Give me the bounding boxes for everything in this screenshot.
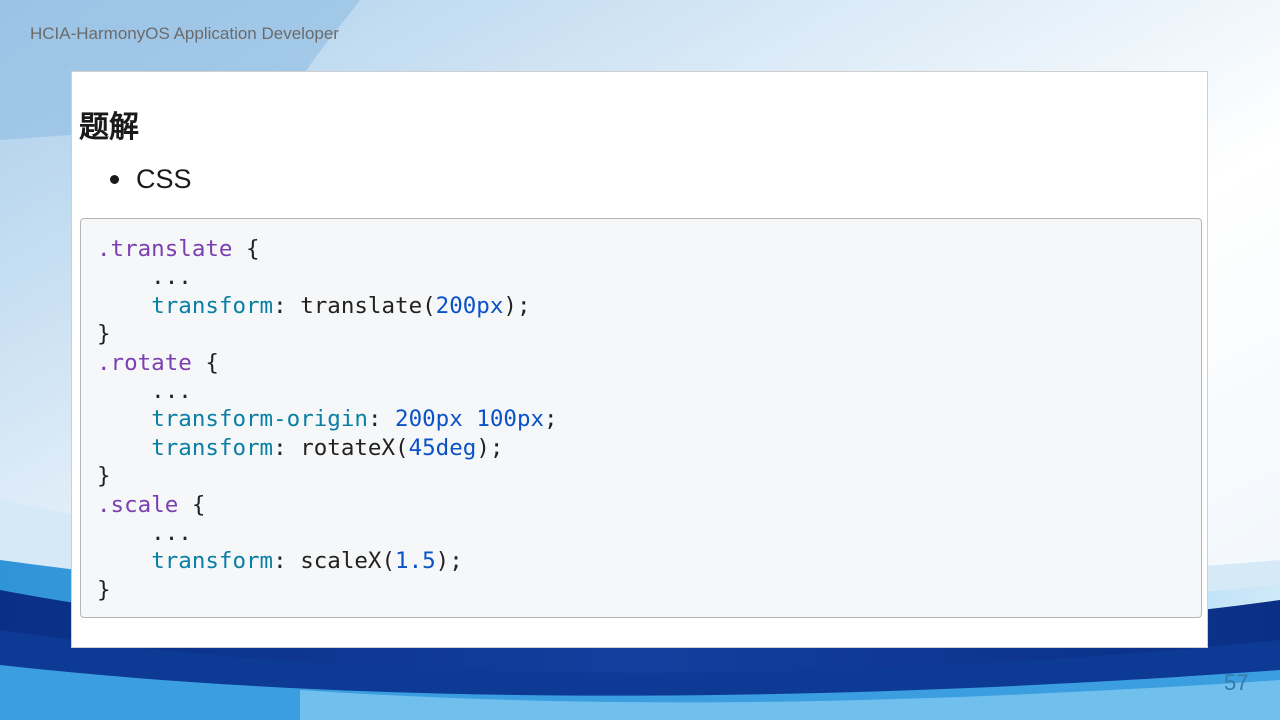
code-token: ... — [97, 519, 192, 546]
code-token: { — [178, 491, 206, 518]
code-line: ... — [97, 377, 1201, 405]
code-token: : rotateX( — [273, 434, 409, 461]
code-token: .rotate — [97, 349, 192, 376]
code-line: .translate { — [97, 235, 1201, 263]
code-line: ... — [97, 263, 1201, 291]
code-token: transform-origin — [151, 406, 368, 433]
code-token: 200px — [435, 292, 504, 319]
code-token: ... — [97, 377, 192, 404]
code-token: transform — [151, 434, 274, 461]
bullet-text: CSS — [136, 164, 192, 194]
code-token: 200px — [395, 406, 463, 433]
code-token: { — [232, 236, 260, 262]
code-token: } — [97, 321, 111, 348]
code-line: transform: scaleX(1.5); — [97, 547, 1201, 575]
code-token: 45deg — [408, 434, 477, 461]
code-token: : translate( — [273, 292, 436, 319]
bullet-dot-icon — [110, 175, 119, 184]
code-line: } — [97, 320, 1201, 348]
code-line: transform: translate(200px); — [97, 292, 1201, 320]
code-token: : — [367, 406, 396, 433]
code-token: { — [191, 349, 219, 376]
code-token: ); — [435, 548, 463, 575]
code-line: .scale { — [97, 491, 1201, 519]
content-panel: 题解 CSS .translate { ... transform: trans… — [71, 71, 1208, 648]
code-token: 1.5 — [395, 548, 436, 575]
code-token: .translate — [97, 236, 233, 262]
code-line: } — [97, 576, 1201, 604]
code-token: transform — [151, 548, 274, 575]
code-line: ... — [97, 519, 1201, 547]
code-token: transform — [151, 292, 274, 319]
code-token: } — [97, 576, 111, 603]
code-token: ); — [503, 292, 531, 319]
code-line: } — [97, 462, 1201, 490]
code-block: .translate { ... transform: translate(20… — [80, 218, 1202, 618]
slide-heading: 题解 — [79, 110, 139, 145]
code-token: } — [97, 463, 111, 490]
code-line: transform: rotateX(45deg); — [97, 434, 1201, 462]
code-token: .scale — [97, 491, 179, 518]
code-token: ; — [544, 406, 558, 433]
code-line: transform-origin: 200px 100px; — [97, 405, 1201, 433]
bullet-item: CSS — [110, 164, 192, 195]
code-line: .rotate { — [97, 349, 1201, 377]
page-number: 57 — [1224, 670, 1249, 695]
code-token: ... — [97, 264, 192, 291]
code-token: : scaleX( — [273, 548, 396, 575]
code-token: ); — [476, 434, 504, 461]
course-title: HCIA-HarmonyOS Application Developer — [30, 24, 339, 43]
code-token: 100px — [476, 406, 545, 433]
